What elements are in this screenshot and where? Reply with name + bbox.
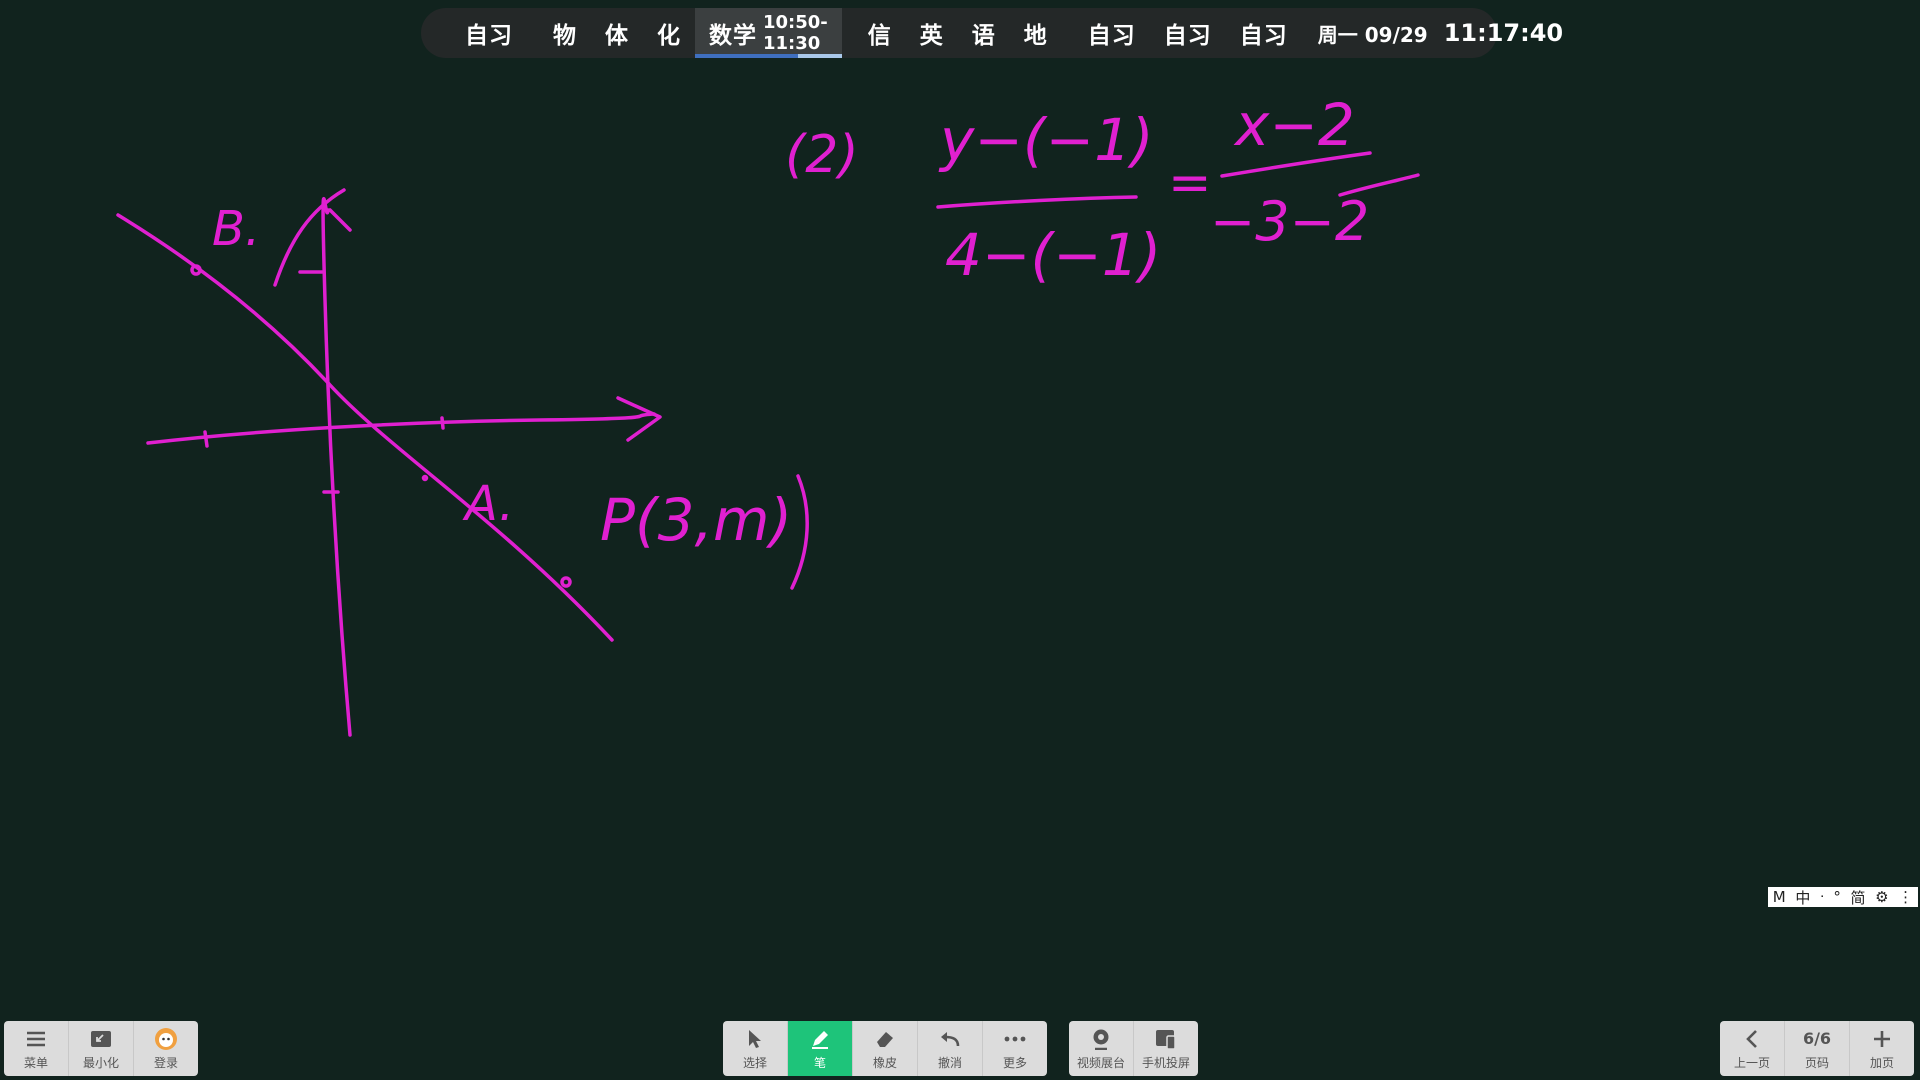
login-label: 登录 [153,1055,178,1070]
undo-icon [939,1027,961,1051]
more-button[interactable]: 更多 [983,1021,1047,1076]
y-axis-stroke [321,197,352,737]
eq-equals: = [1168,153,1212,213]
more-icon [1004,1027,1026,1051]
ime-language[interactable]: 中 [1795,887,1810,908]
minimize-label: 最小化 [82,1055,119,1070]
phone-cast-button[interactable]: 手机投屏 [1134,1021,1198,1076]
menu-label: 菜单 [23,1055,48,1070]
ime-toolbar[interactable]: M 中 ᐧ ° 简 ⚙ ⋮ [1768,887,1918,907]
avatar-icon [154,1027,178,1051]
eraser-tool-button[interactable]: 橡皮 [853,1021,918,1076]
point-b [190,264,202,276]
minimize-icon [90,1027,112,1051]
page-number-button[interactable]: 6/6 页码 [1785,1021,1850,1076]
eraser-tool-label: 橡皮 [872,1055,897,1070]
undo-label: 撤消 [937,1055,962,1070]
plus-icon [1872,1027,1892,1051]
ime-moon-icon[interactable]: ᐧ [1820,888,1824,906]
point-a [560,576,572,588]
cursor-icon [746,1027,764,1051]
camera-icon [1091,1027,1111,1051]
ime-mode[interactable]: M [1773,888,1786,906]
phone-cast-icon [1155,1027,1177,1051]
add-page-label: 加页 [1869,1055,1894,1070]
pen-icon [809,1027,831,1051]
page-number-value: 6/6 [1802,1029,1832,1048]
eraser-icon [874,1027,896,1051]
pen-tool-button[interactable]: 笔 [788,1021,853,1076]
login-button[interactable]: 登录 [134,1021,198,1076]
ime-more-icon[interactable]: ⋮ [1898,888,1913,906]
more-label: 更多 [1002,1055,1027,1070]
x-axis-tick [203,430,209,448]
x-axis-stroke [146,412,656,445]
chevron-left-icon [1745,1027,1759,1051]
prev-page-label: 上一页 [1733,1055,1770,1070]
menu-icon [26,1027,46,1051]
ime-simplified[interactable]: 简 [1850,887,1865,908]
page-toolbar: 上一页 6/6 页码 加页 [1720,1021,1914,1076]
fraction-bar-left [936,195,1138,209]
label-b: B. [212,201,260,257]
undo-button[interactable]: 撤消 [918,1021,983,1076]
x-axis-tick [440,416,445,430]
line-ba [116,213,614,642]
eq-prefix: (2) [785,125,859,185]
media-toolbar: 视频展台 手机投屏 [1069,1021,1198,1076]
video-booth-button[interactable]: 视频展台 [1069,1021,1134,1076]
phone-cast-label: 手机投屏 [1141,1055,1190,1070]
ime-settings-icon[interactable]: ⚙ [1875,888,1888,906]
eq-bottom-right: −3−2 [1210,190,1369,253]
prev-page-button[interactable]: 上一页 [1720,1021,1785,1076]
paren-right [790,474,809,590]
label-p: P(3,m) [600,486,792,554]
eq-top-right: x−2 [1233,91,1355,159]
menu-button[interactable]: 菜单 [4,1021,69,1076]
select-tool-label: 选择 [742,1055,767,1070]
video-booth-label: 视频展台 [1076,1055,1125,1070]
ime-punct[interactable]: ° [1833,888,1841,906]
minimize-button[interactable]: 最小化 [69,1021,134,1076]
eq-top-left: y−(−1) [938,106,1154,174]
select-tool-button[interactable]: 选择 [723,1021,788,1076]
label-a: A. [462,476,514,532]
left-toolbar: 菜单 最小化 登录 [4,1021,198,1076]
eq-bottom-left: 4−(−1) [945,221,1161,289]
drawing-toolbar: 选择 笔 橡皮 撤消 更多 [723,1021,1047,1076]
page-number-label: 页码 [1804,1055,1829,1070]
point-a-dot [421,474,429,482]
add-page-button[interactable]: 加页 [1850,1021,1914,1076]
whiteboard-canvas[interactable]: B. A. P(3,m) (2) y−(−1) 4−(−1) = x−2 −3−… [0,0,1920,1080]
pen-tool-label: 笔 [813,1055,826,1070]
